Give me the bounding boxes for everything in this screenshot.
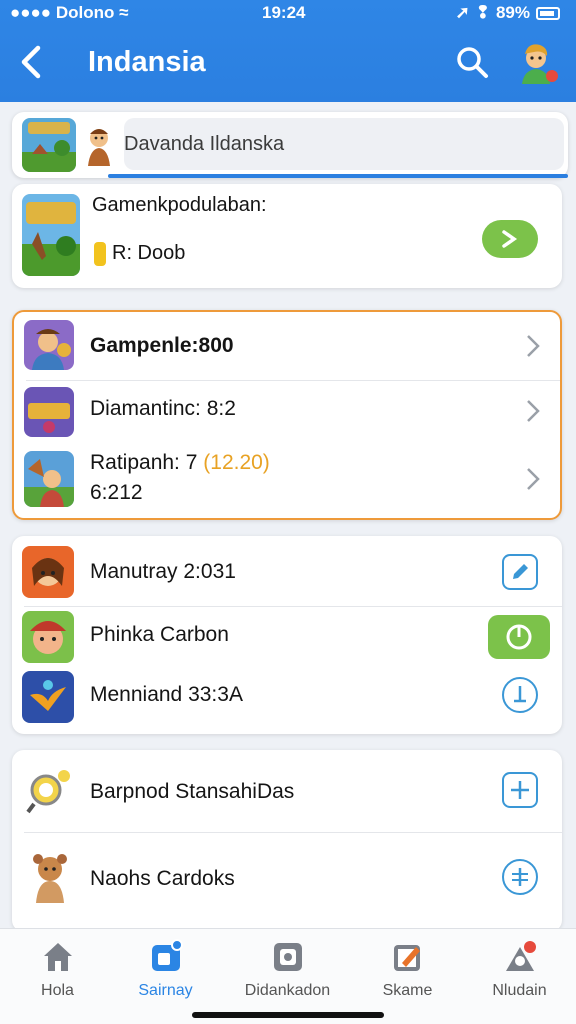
list-item-badge: (12.20) — [203, 451, 270, 474]
home-icon — [44, 943, 72, 971]
page-title: Indansia — [88, 46, 206, 78]
search-input[interactable] — [124, 118, 564, 170]
game-icon — [24, 320, 74, 370]
nav-label: Hola — [41, 982, 74, 999]
info-button[interactable] — [502, 677, 538, 713]
location-icon: ➚ — [455, 3, 470, 22]
featured-game-icon — [22, 194, 80, 276]
game-icon — [22, 611, 74, 663]
gamepad-icon — [152, 939, 183, 971]
add-button[interactable] — [502, 772, 538, 808]
list-item-label: Manutray 2:031 — [90, 560, 236, 583]
game-thumbnail-icon — [22, 118, 76, 172]
list-item-subtext: 6:212 — [90, 481, 143, 504]
status-right: ➚ ❢ 89% — [455, 3, 560, 23]
plus-icon — [511, 781, 529, 799]
pin-icon — [514, 686, 526, 703]
list-item-label: Diamantinc: 8:2 — [90, 397, 236, 420]
status-time: 19:24 — [262, 3, 306, 22]
list-item[interactable]: Manutray 2:031 — [12, 536, 562, 606]
list-item-label: Phinka Carbon — [90, 623, 229, 646]
list-item[interactable]: Ratipanh: 7 (12.20) 6:212 — [14, 443, 560, 518]
character-icon — [88, 129, 110, 166]
nav-label: Didankadon — [244, 982, 331, 999]
featured-card[interactable]: Gamenkpodulaban: R: Doob — [12, 184, 562, 288]
arrow-right-icon — [502, 230, 518, 248]
list-item-title: Ratipanh: 7 — [90, 451, 198, 474]
power-toggle[interactable] — [488, 615, 550, 659]
bottom-nav: Hola Sairnay Didankadon Skame Nludain — [0, 928, 576, 1024]
battery-icon — [536, 6, 560, 20]
list-item-label: Gampenle:800 — [90, 334, 234, 357]
featured-title: Gamenkpodulaban: — [92, 194, 267, 216]
wifi-icon: ≈ — [119, 3, 129, 22]
highlight-list-card: Gampenle:800 Diamantinc: 8:2 Ratipanh: 7… — [12, 310, 562, 520]
carrier-group: ●●●● Dolono ≈ — [10, 3, 128, 23]
list-item-label: Ratipanh: 7 (12.20) — [90, 451, 270, 475]
game-icon — [24, 451, 74, 507]
search-card — [12, 112, 568, 178]
list-item[interactable]: Diamantinc: 8:2 — [14, 381, 560, 443]
list-item[interactable]: Naohs Cardoks — [12, 833, 562, 925]
nav-item-nludain[interactable]: Nludain — [462, 929, 576, 1024]
magnifier-icon — [26, 770, 70, 814]
nav-item-sairnay[interactable]: Sairnay — [108, 929, 223, 1024]
list-item[interactable]: Phinka Carbon — [12, 607, 562, 667]
list-item-label: Naohs Cardoks — [90, 867, 235, 890]
edit-button[interactable] — [502, 554, 538, 590]
game-icon — [24, 387, 74, 437]
list-item[interactable]: Menniand 33:3A — [12, 667, 562, 731]
list-card-3: Barpnod StansahiDas Naohs Cardoks — [12, 750, 562, 932]
game-icon — [22, 671, 74, 723]
signal-icon: ●●●● — [10, 3, 52, 22]
home-indicator — [192, 1012, 384, 1018]
character-icon — [33, 854, 67, 903]
back-icon[interactable] — [16, 42, 48, 82]
chevron-right-icon — [527, 468, 540, 490]
list-item[interactable]: Barpnod StansahiDas — [12, 750, 562, 832]
chevron-right-icon — [527, 335, 540, 357]
profile-alert-icon — [506, 941, 536, 971]
app-header: ●●●● Dolono ≈ 19:24 ➚ ❢ 89% Indansia — [0, 0, 576, 102]
status-bar: ●●●● Dolono ≈ 19:24 ➚ ❢ 89% — [0, 0, 576, 26]
chevron-right-icon — [527, 400, 540, 422]
power-icon — [506, 624, 532, 650]
carrier-label: Dolono — [55, 3, 115, 22]
edit-note-icon — [394, 945, 420, 971]
edit-icon — [513, 564, 528, 579]
search-icon[interactable] — [454, 44, 490, 80]
list-item-label: Barpnod StansahiDas — [90, 780, 295, 803]
nav-label: Skame — [382, 982, 433, 999]
search-underline — [108, 174, 568, 178]
battery-label: 89% — [495, 3, 530, 22]
nav-item-skame[interactable]: Skame — [350, 929, 465, 1024]
game-icon — [22, 546, 74, 598]
play-button[interactable] — [482, 220, 538, 258]
bluetooth-icon: ❢ — [475, 3, 490, 22]
nav-label: Sairnay — [138, 982, 193, 999]
list-item[interactable]: Gampenle:800 — [14, 312, 560, 380]
nav-item-didankadon[interactable]: Didankadon — [230, 929, 345, 1024]
add-circle-button[interactable] — [502, 859, 538, 895]
plus-icon — [512, 868, 528, 886]
coin-icon — [94, 242, 106, 266]
avatar[interactable] — [514, 40, 560, 86]
list-item-label: Menniand 33:3A — [90, 683, 243, 706]
featured-subtitle: R: Doob — [112, 242, 186, 264]
puzzle-icon — [274, 943, 302, 971]
list-card-2: Manutray 2:031 Phinka Carbon Menniand 33… — [12, 536, 562, 734]
nav-label: Nludain — [492, 982, 547, 999]
nav-item-hola[interactable]: Hola — [0, 929, 115, 1024]
